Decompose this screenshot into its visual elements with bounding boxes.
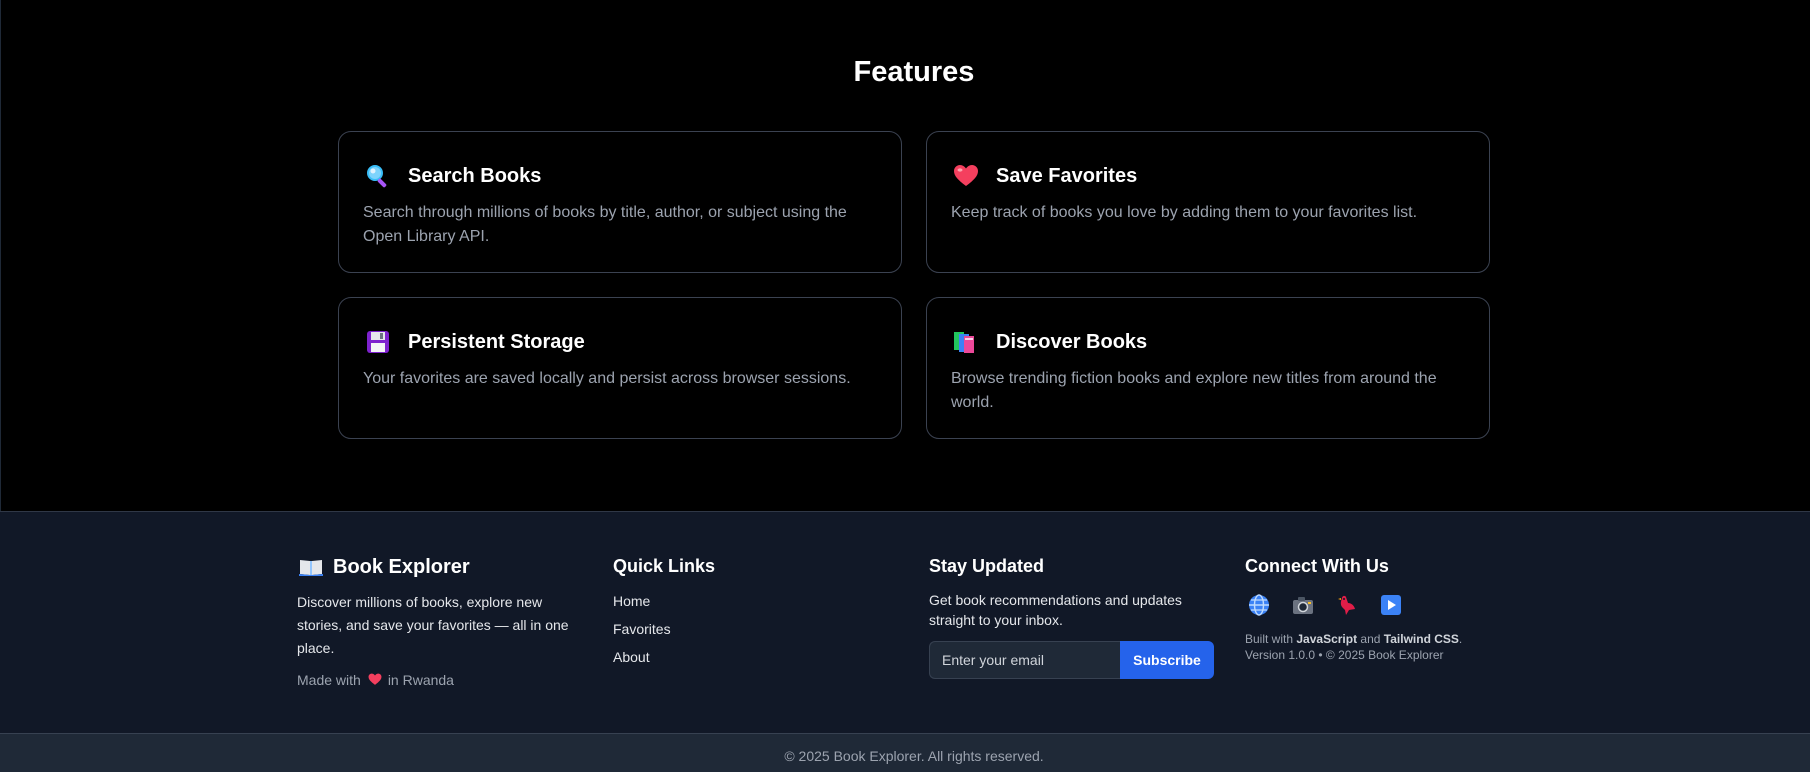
connect-title: Connect With Us <box>1245 556 1389 576</box>
open-book-icon <box>299 557 323 579</box>
feature-card-discover-books: Discover Books Browse trending fiction b… <box>926 297 1490 439</box>
card-description: Browse trending fiction books and explor… <box>951 370 1437 411</box>
card-head: Save Favorites <box>951 161 1137 191</box>
brand-title: Book Explorer <box>333 556 470 578</box>
feature-card-save-favorites: Save Favorites Keep track of books you l… <box>926 131 1490 273</box>
email-input[interactable] <box>929 641 1120 679</box>
card-head: Persistent Storage <box>363 327 585 357</box>
features-section: Features Search Books Search through mil… <box>0 0 1810 511</box>
footer-connect: Connect With Us Built with JavaScript an… <box>1245 556 1505 663</box>
books-icon <box>951 327 981 357</box>
card-title: Persistent Storage <box>408 330 585 353</box>
subscribe-form: Subscribe <box>929 641 1219 679</box>
brand-head: Book Explorer <box>297 556 577 579</box>
heart-icon <box>951 161 981 191</box>
built-and: and <box>1360 632 1381 646</box>
card-title: Search Books <box>408 164 542 187</box>
subscribe-button[interactable]: Subscribe <box>1120 641 1214 679</box>
brand-description: Discover millions of books, explore new … <box>297 594 569 656</box>
card-title: Save Favorites <box>996 164 1138 187</box>
footer-link-about[interactable]: About <box>613 649 715 665</box>
feature-card-search-books: Search Books Search through millions of … <box>338 131 902 273</box>
play-icon[interactable] <box>1379 593 1403 617</box>
features-title: Features <box>853 56 975 88</box>
social-links <box>1245 593 1505 617</box>
card-description: Keep track of books you love by adding t… <box>951 204 1418 221</box>
floppy-disk-icon <box>363 327 393 357</box>
heart-icon <box>368 673 382 687</box>
footer-stay-updated: Stay Updated Get book recommendations an… <box>929 556 1219 679</box>
magnifier-icon <box>363 161 393 191</box>
card-title: Discover Books <box>996 330 1148 353</box>
camera-icon[interactable] <box>1291 593 1315 617</box>
site-footer: Book Explorer Discover millions of books… <box>0 511 1810 733</box>
footer-link-home[interactable]: Home <box>613 593 715 609</box>
footer-link-favorites[interactable]: Favorites <box>613 621 715 637</box>
made-with-prefix: Made with <box>297 672 361 688</box>
stay-updated-title: Stay Updated <box>929 556 1045 576</box>
footer-quick-links: Quick Links Home Favorites About <box>613 556 715 665</box>
card-description: Your favorites are saved locally and per… <box>363 370 851 387</box>
built-with-text: Built with JavaScript and Tailwind CSS. … <box>1245 631 1505 663</box>
version-text: Version 1.0.0 • © 2025 Book Explorer <box>1245 648 1444 662</box>
made-with-suffix: in Rwanda <box>387 672 454 688</box>
copyright-bar: © 2025 Book Explorer. All rights reserve… <box>0 733 1810 772</box>
built-end: . <box>1458 632 1463 646</box>
footer-brand: Book Explorer Discover millions of books… <box>297 556 577 688</box>
bird-icon[interactable] <box>1335 593 1359 617</box>
globe-icon[interactable] <box>1247 593 1271 617</box>
built-js: JavaScript <box>1296 632 1358 646</box>
built-prefix: Built with <box>1245 632 1294 646</box>
feature-card-persistent-storage: Persistent Storage Your favorites are sa… <box>338 297 902 439</box>
card-head: Discover Books <box>951 327 1147 357</box>
copyright-text: © 2025 Book Explorer. All rights reserve… <box>784 748 1044 764</box>
made-with-line: Made with in Rwanda <box>297 672 577 688</box>
quick-links-title: Quick Links <box>613 556 716 576</box>
built-css: Tailwind CSS <box>1383 632 1459 646</box>
card-head: Search Books <box>363 161 541 191</box>
stay-updated-description: Get book recommendations and updates str… <box>929 592 1182 628</box>
card-description: Search through millions of books by titl… <box>363 204 847 245</box>
